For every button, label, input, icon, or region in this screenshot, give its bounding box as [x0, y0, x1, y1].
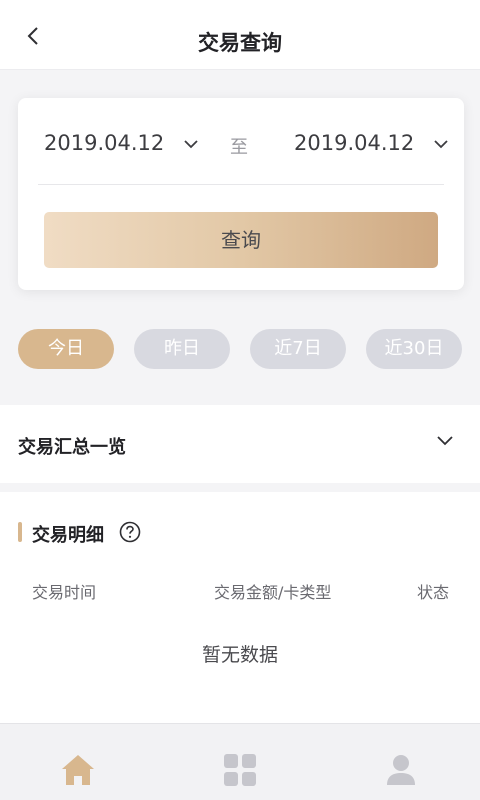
end-date-picker[interactable]: 2019.04.12 — [294, 131, 449, 155]
grid-icon — [224, 754, 256, 786]
bottom-tab-bar — [0, 723, 480, 800]
user-icon — [387, 755, 415, 785]
query-button[interactable]: 查询 — [44, 212, 438, 268]
tab-apps[interactable] — [222, 752, 258, 788]
date-query-card: 2019.04.12 至 2019.04.12 查询 — [18, 98, 464, 290]
divider — [38, 184, 444, 185]
section-accent-bar — [18, 522, 22, 542]
start-date-value: 2019.04.12 — [44, 131, 165, 155]
chip-last-7-days[interactable]: 近7日 — [250, 329, 346, 369]
empty-state-text: 暂无数据 — [201, 644, 278, 666]
page-title: 交易查询 — [198, 31, 282, 55]
chevron-down-icon — [434, 140, 448, 149]
detail-section: 交易明细 交易时间 交易金额/卡类型 状态 暂无数据 — [0, 492, 480, 724]
tab-home[interactable] — [60, 752, 96, 788]
chevron-down-icon — [437, 436, 453, 446]
date-separator: 至 — [230, 137, 248, 158]
column-header-amount: 交易金额/卡类型 — [214, 583, 332, 602]
chevron-down-icon — [184, 140, 198, 149]
help-button[interactable] — [119, 521, 141, 547]
chip-yesterday[interactable]: 昨日 — [134, 329, 230, 369]
column-header-time: 交易时间 — [32, 583, 97, 602]
summary-label: 交易汇总一览 — [18, 437, 126, 458]
column-header-status: 状态 — [417, 583, 450, 602]
question-circle-icon — [119, 521, 141, 543]
detail-label: 交易明细 — [32, 525, 104, 546]
top-bar: 交易查询 — [0, 0, 480, 70]
tab-profile[interactable] — [383, 752, 419, 788]
summary-section-toggle[interactable]: 交易汇总一览 — [0, 405, 480, 483]
chip-last-30-days[interactable]: 近30日 — [366, 329, 462, 369]
end-date-value: 2019.04.12 — [294, 131, 415, 155]
home-icon — [62, 755, 94, 785]
chip-today[interactable]: 今日 — [18, 329, 114, 369]
start-date-picker[interactable]: 2019.04.12 — [44, 131, 199, 155]
quick-range-chips: 今日 昨日 近7日 近30日 — [0, 329, 480, 369]
